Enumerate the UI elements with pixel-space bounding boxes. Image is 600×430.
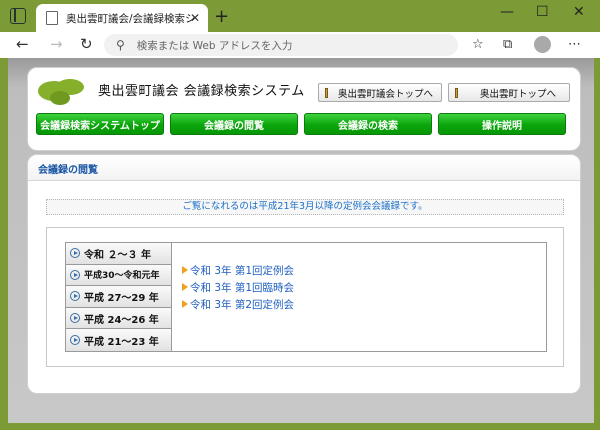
browser-toolbar: ← → ↻ ⚲ 検索または Web アドレスを入力 ☆ ⧉ ⋯ [0,32,600,58]
nav-browse[interactable]: 会議録の閲覧 [170,113,298,135]
browse-card: 会議録の閲覧 ご覧になれるのは平成21年3月以降の定例会会議録です。 令和 ２～… [27,154,581,394]
tab-title: 奥出雲町議会/会議録検索システム [66,12,194,25]
browser-window: 奥出雲町議会/会議録検索システム ✕ + — ☐ ✕ ← → ↻ ⚲ 検索または… [0,0,600,430]
nav-search[interactable]: 会議録の検索 [304,113,432,135]
tab-close-icon[interactable]: ✕ [190,11,200,25]
section-heading: 会議録の閲覧 [28,155,580,181]
browser-tab[interactable]: 奥出雲町議会/会議録検索システム ✕ [36,4,208,32]
forward-icon[interactable]: → [50,35,63,53]
profile-avatar[interactable] [534,36,551,53]
arrow-right-icon [182,300,188,308]
more-icon[interactable]: ⋯ [568,37,581,52]
nav-help[interactable]: 操作説明 [438,113,566,135]
year-item[interactable]: 平成30～令和元年 [66,264,171,287]
arrow-right-icon [182,266,188,274]
favorites-icon[interactable]: ☆ [472,37,484,52]
page-viewport: 奥出雲町議会 会議録検索システム 奥出雲町議会トップへ 奥出雲町トップへ 会議録… [8,58,594,423]
collections-icon[interactable]: ⧉ [503,37,512,52]
year-label: 平成30～令和元年 [84,271,160,282]
session-list: 令和 3年 第1回定例会 令和 3年 第1回臨時会 令和 3年 第2回定例会 [182,263,294,314]
session-label: 令和 3年 第2回定例会 [190,298,295,311]
site-logo-icon [38,79,84,105]
session-link[interactable]: 令和 3年 第1回定例会 [182,263,294,277]
address-placeholder: 検索または Web アドレスを入力 [136,39,293,52]
notice-text: ご覧になれるのは平成21年3月以降の定例会会議録です。 [46,199,564,215]
session-label: 令和 3年 第1回定例会 [190,264,295,277]
tab-actions-icon[interactable] [10,8,26,24]
play-circle-icon [70,335,80,346]
play-circle-icon [70,248,80,259]
session-label: 令和 3年 第1回臨時会 [190,281,295,294]
play-circle-icon [70,291,80,302]
year-label: 令和 ２～３ 年 [84,249,151,261]
arrow-right-icon [182,283,188,291]
browse-table: 令和 ２～３ 年 平成30～令和元年 平成 27～29 年 平成 24～26 年… [65,242,547,352]
year-item[interactable]: 平成 27～29 年 [66,286,171,308]
year-item[interactable]: 平成 21～23 年 [66,329,171,351]
content-box: 令和 ２～３ 年 平成30～令和元年 平成 27～29 年 平成 24～26 年… [46,227,564,367]
tab-bar: 奥出雲町議会/会議録検索システム ✕ + — ☐ ✕ [0,0,600,32]
maximize-icon[interactable]: ☐ [536,4,549,20]
window-close-icon[interactable]: ✕ [573,4,585,20]
page-favicon-icon [46,11,58,25]
nav-system-top[interactable]: 会議録検索システムトップ [36,113,164,135]
year-label: 平成 21～23 年 [84,336,159,348]
button-marker-icon [325,87,328,98]
town-top-button[interactable]: 奥出雲町トップへ [448,83,570,102]
refresh-icon[interactable]: ↻ [80,35,93,53]
site-header: 奥出雲町議会 会議録検索システム 奥出雲町議会トップへ 奥出雲町トップへ 会議録… [27,67,581,151]
address-bar[interactable]: ⚲ 検索または Web アドレスを入力 [104,34,458,56]
year-list: 令和 ２～３ 年 平成30～令和元年 平成 27～29 年 平成 24～26 年… [66,243,172,351]
session-link[interactable]: 令和 3年 第1回臨時会 [182,280,294,294]
minimize-icon[interactable]: — [500,4,514,20]
global-nav: 会議録検索システムトップ 会議録の閲覧 会議録の検索 操作説明 [36,113,566,135]
new-tab-icon[interactable]: + [214,6,229,27]
gikai-top-label: 奥出雲町議会トップへ [338,88,434,100]
site-title: 奥出雲町議会 会議録検索システム [98,84,305,99]
search-icon: ⚲ [116,38,125,52]
year-item[interactable]: 令和 ２～３ 年 [66,243,171,265]
town-top-label: 奥出雲町トップへ [480,88,557,100]
year-label: 平成 24～26 年 [84,314,159,326]
back-icon[interactable]: ← [16,35,29,53]
page-background: 奥出雲町議会 会議録検索システム 奥出雲町議会トップへ 奥出雲町トップへ 会議録… [8,58,594,423]
year-item[interactable]: 平成 24～26 年 [66,307,171,330]
year-label: 平成 27～29 年 [84,292,159,304]
play-circle-icon [70,313,80,324]
button-marker-icon [455,87,458,98]
gikai-top-button[interactable]: 奥出雲町議会トップへ [318,83,442,102]
session-link[interactable]: 令和 3年 第2回定例会 [182,297,294,311]
play-circle-icon [70,269,80,280]
